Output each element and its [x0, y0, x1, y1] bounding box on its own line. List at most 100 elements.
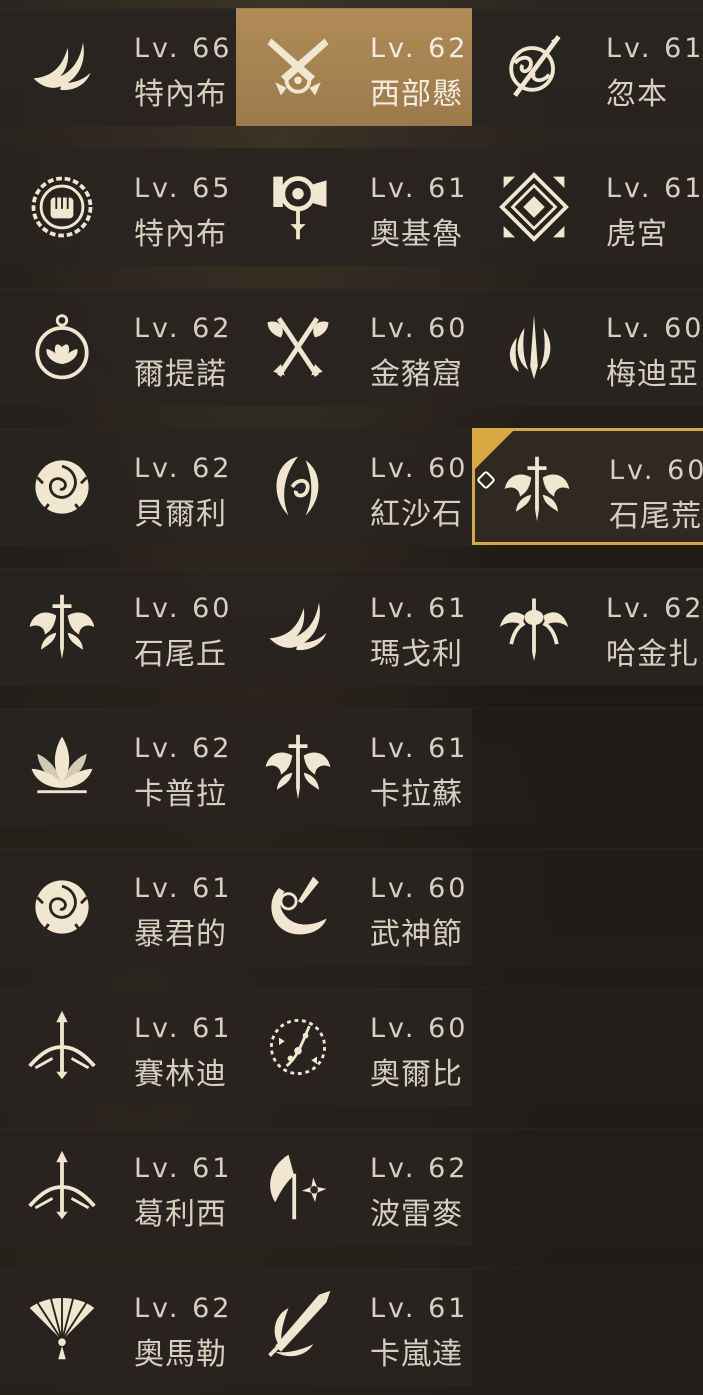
level-label: Lv. 61 — [134, 1013, 233, 1044]
dungeon-card[interactable]: Lv. 62 爾提諾 — [0, 288, 236, 406]
nested-diamond-icon — [496, 169, 572, 245]
dungeon-grid: Lv. 66 特內布 Lv. 62 西部懸 Lv. 61 忽本 Lv. 65 特內布 Lv. 6… — [0, 0, 703, 1395]
dungeon-card[interactable]: Lv. 62 卡普拉 — [0, 708, 236, 826]
dungeon-name: 奧馬勒 — [134, 1337, 227, 1372]
dungeon-card[interactable]: Lv. 61 瑪戈利 — [236, 568, 472, 686]
dungeon-card[interactable]: Lv. 60 奧爾比 — [236, 988, 472, 1106]
floral-wreath-icon — [260, 1009, 336, 1085]
dungeon-card[interactable]: Lv. 62 波雷麥 — [236, 1128, 472, 1246]
horn-dagger-icon — [260, 869, 336, 945]
dungeon-card[interactable]: Lv. 60 石尾荒 — [472, 428, 703, 545]
dungeon-card[interactable]: Lv. 65 特內布 — [0, 148, 236, 266]
level-label: Lv. 60 — [609, 455, 703, 486]
lotus-icon — [24, 729, 100, 805]
dungeon-card[interactable]: Lv. 61 葛利西 — [0, 1128, 236, 1246]
dungeon-name: 卡嵐達 — [370, 1337, 463, 1372]
dungeon-name: 特內布 — [134, 217, 227, 252]
level-label: Lv. 61 — [370, 173, 469, 204]
dungeon-name: 哈金扎 — [606, 637, 699, 672]
dungeon-name: 忽本 — [606, 77, 668, 112]
dungeon-name: 暴君的 — [134, 917, 227, 952]
winged-sword-icon — [260, 729, 336, 805]
dungeon-name: 賽林迪 — [134, 1057, 227, 1092]
ornate-spear-ring-icon — [496, 29, 572, 105]
dungeon-name: 葛利西 — [134, 1197, 227, 1232]
level-label: Lv. 62 — [134, 1293, 233, 1324]
dungeon-row: Lv. 62 卡普拉 Lv. 61 卡拉蘇 — [0, 708, 703, 826]
folding-fan-icon — [24, 1289, 100, 1365]
level-label: Lv. 60 — [134, 593, 233, 624]
dungeon-card[interactable]: Lv. 60 梅迪亞 — [472, 288, 703, 406]
level-label: Lv. 61 — [370, 1293, 469, 1324]
spider-sword-icon — [496, 589, 572, 665]
crossed-revolvers-icon — [260, 29, 336, 105]
empty-slot — [472, 708, 703, 826]
winged-sword-icon — [499, 451, 575, 527]
dungeon-card[interactable]: Lv. 61 奧基魯 — [236, 148, 472, 266]
dungeon-row: Lv. 61 賽林迪 Lv. 60 奧爾比 — [0, 988, 703, 1106]
dungeon-card[interactable]: Lv. 61 卡嵐達 — [236, 1268, 472, 1386]
dungeon-card[interactable]: Lv. 61 虎宮 — [472, 148, 703, 266]
dungeon-row: Lv. 62 貝爾利 Lv. 60 紅沙石 Lv. 60 石尾荒 — [0, 428, 703, 546]
level-label: Lv. 60 — [370, 453, 469, 484]
swallow-flame-icon — [24, 29, 100, 105]
level-label: Lv. 65 — [134, 173, 233, 204]
level-label: Lv. 62 — [606, 593, 703, 624]
dungeon-card[interactable]: Lv. 62 哈金扎 — [472, 568, 703, 686]
dungeon-card[interactable]: Lv. 61 暴君的 — [0, 848, 236, 966]
level-label: Lv. 61 — [370, 593, 469, 624]
level-label: Lv. 62 — [370, 33, 469, 64]
dungeon-card[interactable]: Lv. 60 紅沙石 — [236, 428, 472, 546]
dungeon-card[interactable]: Lv. 66 特內布 — [0, 8, 236, 126]
empty-slot — [472, 1128, 703, 1246]
dungeon-row: Lv. 61 暴君的 Lv. 60 武神節 — [0, 848, 703, 966]
level-label: Lv. 60 — [370, 873, 469, 904]
level-label: Lv. 62 — [134, 733, 233, 764]
dungeon-name: 金豬窟 — [370, 357, 463, 392]
level-label: Lv. 62 — [134, 313, 233, 344]
dungeon-name: 虎宮 — [606, 217, 668, 252]
diamond-icon — [476, 470, 496, 490]
dungeon-card[interactable]: Lv. 61 卡拉蘇 — [236, 708, 472, 826]
arrow-bow-icon — [24, 1009, 100, 1085]
empty-slot — [472, 1268, 703, 1386]
rose-icon — [24, 869, 100, 945]
dungeon-name: 貝爾利 — [134, 497, 227, 532]
rose-icon — [24, 449, 100, 525]
dungeon-card[interactable]: Lv. 61 忽本 — [472, 8, 703, 126]
dungeon-card[interactable]: Lv. 62 奧馬勒 — [0, 1268, 236, 1386]
flame-blade-icon — [496, 309, 572, 385]
winged-sword-icon — [24, 589, 100, 665]
dungeon-name: 奧基魯 — [370, 217, 463, 252]
dungeon-name: 特內布 — [134, 77, 227, 112]
dungeon-card[interactable]: Lv. 60 金豬窟 — [236, 288, 472, 406]
empty-slot — [472, 848, 703, 966]
dungeon-card[interactable]: Lv. 61 賽林迪 — [0, 988, 236, 1106]
war-axe-icon — [260, 169, 336, 245]
level-label: Lv. 61 — [134, 1153, 233, 1184]
dungeon-name: 波雷麥 — [370, 1197, 463, 1232]
dungeon-card[interactable]: Lv. 60 石尾丘 — [0, 568, 236, 686]
dungeon-name: 瑪戈利 — [370, 637, 463, 672]
dungeon-card[interactable]: Lv. 62 西部懸 — [236, 8, 472, 126]
flaming-spear-icon — [260, 1289, 336, 1365]
dungeon-card[interactable]: Lv. 60 武神節 — [236, 848, 472, 966]
dungeon-name: 梅迪亞 — [606, 357, 699, 392]
dungeon-name: 爾提諾 — [134, 357, 227, 392]
double-axe-icon — [260, 309, 336, 385]
dungeon-name: 西部懸 — [370, 77, 463, 112]
level-label: Lv. 61 — [606, 33, 703, 64]
fist-emblem-icon — [24, 169, 100, 245]
dungeon-row: Lv. 61 葛利西 Lv. 62 波雷麥 — [0, 1128, 703, 1246]
dungeon-card[interactable]: Lv. 62 貝爾利 — [0, 428, 236, 546]
swallow-flame-icon — [260, 589, 336, 665]
level-label: Lv. 60 — [606, 313, 703, 344]
level-label: Lv. 61 — [606, 173, 703, 204]
level-label: Lv. 60 — [370, 1013, 469, 1044]
star-axe-icon — [260, 1149, 336, 1225]
dungeon-name: 石尾荒 — [609, 499, 702, 534]
dungeon-row: Lv. 62 爾提諾 Lv. 60 金豬窟 Lv. 60 梅迪亞 — [0, 288, 703, 406]
arrow-bow-icon — [24, 1149, 100, 1225]
dungeon-row: Lv. 66 特內布 Lv. 62 西部懸 Lv. 61 忽本 — [0, 8, 703, 126]
dungeon-name: 石尾丘 — [134, 637, 227, 672]
